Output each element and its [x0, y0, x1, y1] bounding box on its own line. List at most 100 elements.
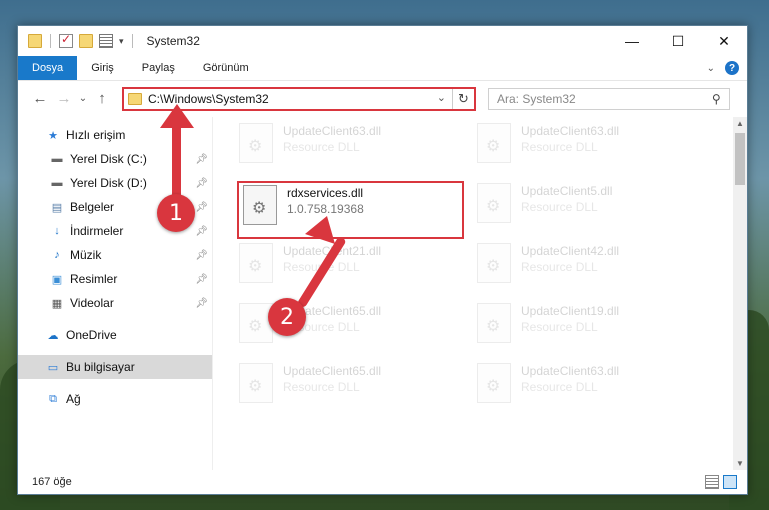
dll-file-icon	[477, 363, 511, 403]
arrow-shaft-1	[172, 118, 181, 200]
rename-icon[interactable]	[99, 34, 113, 48]
scroll-down-icon[interactable]: ▼	[733, 459, 747, 468]
pictures-icon: ▣	[51, 273, 63, 286]
videos-icon: ▦	[51, 297, 63, 310]
music-icon: ♪	[54, 249, 60, 261]
file-list: UpdateClient63.dll Resource DLL UpdateCli…	[213, 117, 747, 470]
file-name: rdxservices.dll	[287, 186, 364, 200]
sidebar-item-label: Videolar	[70, 296, 114, 310]
folder-icon	[128, 92, 142, 105]
file-description: Resource DLL	[521, 320, 598, 334]
sidebar-item-label: Bu bilgisayar	[66, 360, 135, 374]
pin-icon: 📌︎	[195, 249, 208, 261]
file-description: Resource DLL	[521, 200, 598, 214]
sidebar-item-pictures[interactable]: ▣ Resimler 📌︎	[18, 267, 212, 291]
expand-ribbon-icon[interactable]: ⌄	[707, 63, 715, 74]
file-item[interactable]: UpdateClient63.dll Resource DLL	[477, 123, 707, 177]
star-icon: ★	[48, 129, 58, 142]
dll-file-icon	[477, 183, 511, 223]
file-item[interactable]: UpdateClient63.dll Resource DLL	[477, 363, 707, 417]
sidebar-item-onedrive[interactable]: ☁ OneDrive	[18, 323, 212, 347]
file-name: UpdateClient5.dll	[521, 184, 613, 198]
sidebar-item-label: Belgeler	[70, 200, 115, 214]
file-item[interactable]: UpdateClient63.dll Resource DLL	[239, 123, 469, 177]
up-button[interactable]: ↑	[90, 90, 114, 107]
file-item[interactable]: UpdateClient5.dll Resource DLL	[477, 183, 707, 237]
sidebar-item-label: Müzik	[70, 248, 102, 262]
ribbon: Dosya Giriş Paylaş Görünüm ⌄ ?	[18, 56, 747, 80]
content-area: ★ Hızlı erişim ▬ Yerel Disk (C:) 📌︎ ▬ Ye…	[18, 117, 747, 470]
step-badge-1: 1	[157, 194, 195, 232]
explorer-window: ▾ System32 — ☐ ✕ Dosya Giriş Paylaş Görü…	[17, 25, 748, 495]
pin-icon: 📌︎	[195, 201, 208, 213]
file-item[interactable]: UpdateClient42.dll Resource DLL	[477, 243, 707, 297]
sidebar-item-label: OneDrive	[66, 328, 117, 342]
folder-icon[interactable]	[28, 34, 42, 48]
sidebar-item-local-disk-c[interactable]: ▬ Yerel Disk (C:) 📌︎	[18, 147, 212, 171]
network-icon: ⧉	[49, 392, 57, 405]
tab-giris[interactable]: Giriş	[77, 56, 128, 80]
customize-quick-access-icon[interactable]: ▾	[119, 36, 124, 47]
maximize-button[interactable]: ☐	[655, 26, 701, 56]
search-input[interactable]: Ara: System32 ⚲	[488, 87, 730, 110]
refresh-button[interactable]: ↻	[452, 88, 474, 109]
sidebar-item-local-disk-d[interactable]: ▬ Yerel Disk (D:) 📌︎	[18, 171, 212, 195]
dll-file-icon	[239, 303, 273, 343]
file-item[interactable]: UpdateClient65.dll Resource DLL	[239, 363, 469, 417]
search-icon[interactable]: ⚲	[712, 92, 721, 106]
tab-paylas[interactable]: Paylaş	[128, 56, 189, 80]
dll-file-icon	[239, 243, 273, 283]
documents-icon: ▤	[51, 201, 63, 214]
sidebar-item-label: İndirmeler	[70, 224, 124, 238]
download-icon: ↓	[54, 225, 60, 237]
file-item[interactable]: UpdateClient19.dll Resource DLL	[477, 303, 707, 357]
file-name: UpdateClient63.dll	[283, 124, 382, 138]
file-name: UpdateClient65.dll	[283, 364, 382, 378]
address-dropdown-icon[interactable]: ⌄	[437, 91, 446, 104]
scroll-thumb[interactable]	[735, 133, 745, 185]
arrow-head-1	[160, 104, 194, 128]
dll-file-icon	[477, 243, 511, 283]
vertical-scrollbar[interactable]: ▲ ▼	[733, 117, 747, 470]
tab-dosya[interactable]: Dosya	[18, 56, 78, 80]
cloud-icon: ☁	[47, 329, 59, 342]
file-item[interactable]: UpdateClient21.dllResource DLL	[239, 243, 469, 297]
sidebar-item-this-pc[interactable]: ▭ Bu bilgisayar	[18, 355, 212, 379]
pin-icon: 📌︎	[195, 273, 208, 285]
sidebar-item-label: Yerel Disk (C:)	[70, 152, 147, 166]
sidebar-item-network[interactable]: ⧉ Ağ	[18, 387, 212, 411]
dll-file-icon	[477, 303, 511, 343]
details-view-button[interactable]	[705, 475, 719, 489]
back-button[interactable]: ←	[28, 90, 52, 107]
file-name: UpdateClient42.dll	[521, 244, 620, 258]
divider	[131, 34, 133, 48]
properties-check-icon[interactable]	[59, 32, 73, 48]
sidebar-item-videos[interactable]: ▦ Videolar 📌︎	[18, 291, 212, 315]
pin-icon: 📌︎	[195, 177, 208, 189]
close-button[interactable]: ✕	[701, 26, 747, 56]
help-icon[interactable]: ?	[725, 61, 739, 75]
pin-icon: 📌︎	[195, 297, 208, 309]
tab-gorunum[interactable]: Görünüm	[189, 56, 263, 80]
sidebar-item-label: Hızlı erişim	[66, 128, 126, 142]
file-item-rdxservices[interactable]: rdxservices.dll 1.0.758.19368	[243, 185, 473, 239]
sidebar-item-music[interactable]: ♪ Müzik 📌︎	[18, 243, 212, 267]
status-bar: 167 öğe	[18, 470, 747, 494]
address-toolbar: ← → ⌄ ↑ C:\Windows\System32 ⌄ ↻ Ara: Sys…	[18, 80, 747, 116]
minimize-button[interactable]: —	[609, 26, 655, 56]
item-count: 167 öğe	[32, 476, 72, 488]
new-folder-icon[interactable]	[79, 34, 93, 48]
tiles-view-button[interactable]	[723, 475, 737, 489]
dll-file-icon	[239, 123, 273, 163]
recent-locations-button[interactable]: ⌄	[76, 93, 90, 104]
drive-icon: ▬	[51, 153, 63, 165]
file-name: UpdateClient63.dll	[521, 124, 620, 138]
file-version: 1.0.758.19368	[287, 202, 364, 216]
arrow-head-2	[305, 216, 335, 244]
pin-icon: 📌︎	[195, 225, 208, 237]
forward-button[interactable]: →	[52, 90, 76, 107]
dll-file-icon	[477, 123, 511, 163]
ribbon-right: ⌄ ?	[707, 56, 747, 80]
scroll-up-icon[interactable]: ▲	[733, 119, 747, 128]
sidebar-item-label: Ağ	[66, 392, 81, 406]
